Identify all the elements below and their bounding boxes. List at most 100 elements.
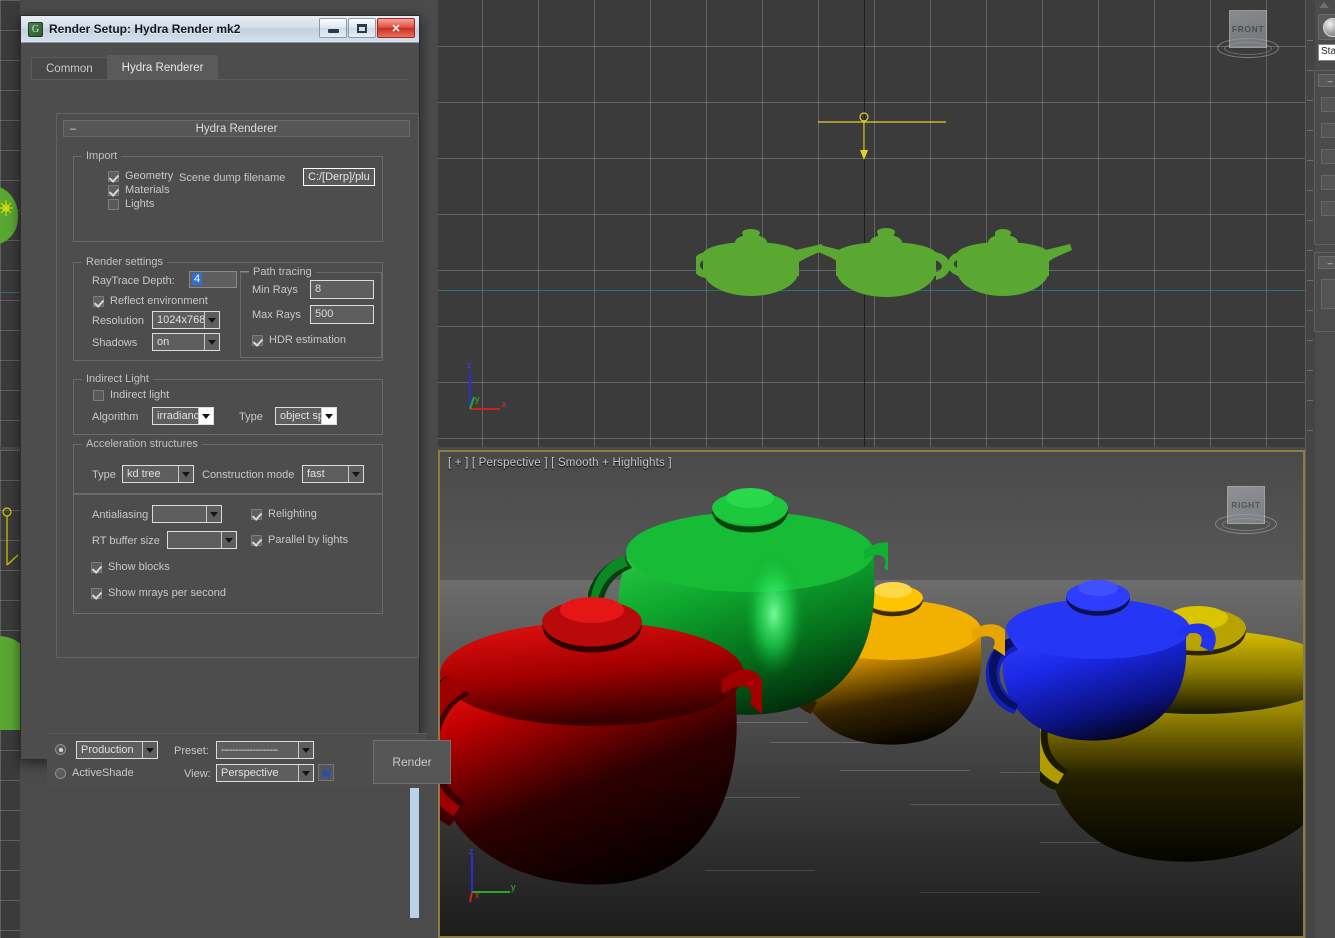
checkbox-reflect-environment[interactable]: Reflect environment [93,295,208,307]
acceleration-structures-group: Acceleration structures Type kd tree Con… [73,444,383,494]
tab-hydra-renderer[interactable]: Hydra Renderer [107,55,219,79]
viewcube-front[interactable]: FRONT [1215,8,1281,70]
name-field[interactable]: Sta [1318,44,1335,61]
radio-dot[interactable] [55,768,66,779]
min-rays-input[interactable]: 8 [310,280,374,299]
viewport-left-top[interactable] [0,0,20,447]
checkbox-lights[interactable]: Lights [108,198,154,210]
teapot-front-1[interactable] [696,218,826,303]
rollout-panel-2[interactable]: – [1314,252,1335,332]
indirect-type-combobox[interactable]: object spa [275,407,337,425]
path-tracing-group: Path tracing Min Rays 8 Max Rays 500 HDR… [240,272,382,358]
chevron-down-icon[interactable] [204,334,219,350]
checkbox-parallel-by-lights[interactable]: Parallel by lights [251,534,348,546]
chevron-down-icon[interactable] [348,466,363,482]
dialog-titlebar[interactable]: G Render Setup: Hydra Render mk2 ✕ [21,16,419,43]
tab-bar[interactable]: Common Hydra Renderer [31,56,409,79]
path-tracing-legend: Path tracing [249,266,316,278]
accel-type-combobox[interactable]: kd tree [122,465,194,483]
antialiasing-combobox[interactable] [152,505,222,523]
sphere-preview-button[interactable] [1318,14,1335,40]
radio-production[interactable] [55,744,66,755]
render-setup-dialog[interactable]: G Render Setup: Hydra Render mk2 ✕ Commo… [20,15,420,760]
minimize-button[interactable] [319,18,347,38]
checkbox-show-mrays[interactable]: Show mrays per second [91,587,226,599]
radio-dot[interactable] [55,744,66,755]
viewcube-face[interactable]: RIGHT [1227,486,1265,524]
filename-label: Scene dump filename [179,172,285,184]
construction-mode-combobox[interactable]: fast [302,465,364,483]
checkbox-hdr-estimation[interactable]: HDR estimation [252,334,346,346]
checkbox-box[interactable] [108,171,119,182]
checkbox-label: Relighting [268,508,317,520]
indirect-light-group: Indirect Light Indirect light Algorithm … [73,379,383,435]
chevron-up-icon[interactable] [1319,2,1329,8]
checkbox-box[interactable] [108,185,119,196]
mode-combobox[interactable]: Production [76,741,158,759]
checkbox-box[interactable] [251,509,262,520]
checkbox-box[interactable] [252,335,263,346]
checkbox-box[interactable] [91,562,102,573]
checkbox-label: Lights [125,198,154,210]
shadows-value: on [153,336,204,348]
radio-activeshade[interactable]: ActiveShade [55,767,134,779]
tab-common[interactable]: Common [31,57,108,79]
chevron-down-icon[interactable] [221,532,236,548]
viewport-perspective[interactable]: [ + ] [ Perspective ] [ Smooth + Highlig… [438,450,1305,938]
collapse-icon[interactable]: – [70,121,76,137]
preset-combobox[interactable]: -------------------- [216,741,314,759]
checkbox-box[interactable] [91,588,102,599]
hydra-renderer-rollout: – Hydra Renderer Import Geometry Materia… [56,113,419,658]
shadows-combobox[interactable]: on [152,333,220,351]
checkbox-box[interactable] [108,199,119,210]
checkbox-label: Show blocks [108,561,170,573]
checkbox-box[interactable] [93,390,104,401]
resolution-combobox[interactable]: 1024x768 [152,311,220,329]
chevron-down-icon[interactable] [198,408,213,424]
render-button[interactable]: Render [373,740,451,784]
chevron-down-icon[interactable] [206,506,221,522]
rollout-panel-1[interactable]: – [1314,70,1335,245]
maximize-button[interactable] [348,18,376,38]
checkbox-label: Indirect light [110,389,169,401]
checkbox-box[interactable] [251,535,262,546]
checkbox-box[interactable] [93,296,104,307]
chevron-down-icon[interactable] [321,408,336,424]
chevron-down-icon[interactable] [298,742,313,758]
light-target-gizmo-icon [0,505,20,591]
viewcube-face[interactable]: FRONT [1229,10,1267,48]
window-controls[interactable]: ✕ [319,18,415,38]
teapot-front-2[interactable] [818,214,958,305]
chevron-down-icon[interactable] [204,312,219,328]
max-rays-input[interactable]: 500 [310,305,374,324]
algorithm-combobox[interactable]: irradiance [152,407,214,425]
lock-icon [322,771,330,777]
rollout-header[interactable]: – Hydra Renderer [63,120,410,137]
view-combobox[interactable]: Perspective [216,764,314,782]
teapot-blue[interactable] [980,534,1220,784]
checkbox-indirect-light[interactable]: Indirect light [93,389,169,401]
dialog-bottom-bar: Production ActiveShade Preset: ---------… [47,733,427,788]
rollout-header[interactable]: – [1318,74,1335,87]
teapot-front-3[interactable] [948,218,1073,303]
chevron-down-icon[interactable] [298,765,313,781]
checkbox-geometry[interactable]: Geometry [108,170,173,182]
chevron-down-icon[interactable] [142,742,157,758]
checkbox-show-blocks[interactable]: Show blocks [91,561,170,573]
viewport-left-bottom[interactable] [0,450,20,938]
checkbox-materials[interactable]: Materials [108,184,170,196]
viewcube-perspective[interactable]: RIGHT [1213,484,1279,546]
chevron-down-icon[interactable] [178,466,193,482]
radio-label: ActiveShade [72,767,134,779]
svg-text:z: z [469,846,474,856]
rt-buffer-size-combobox[interactable] [167,531,237,549]
viewport-front[interactable]: FRONT z y x [438,0,1305,447]
scene-dump-filename-input[interactable]: C:/[Derp]/plu [303,168,375,186]
close-button[interactable]: ✕ [377,18,415,38]
lock-view-button[interactable] [318,764,334,781]
command-panel[interactable]: Sta – – [1305,0,1335,938]
checkbox-relighting[interactable]: Relighting [251,508,317,520]
rollout-header[interactable]: – [1318,256,1335,269]
import-group: Import Geometry Materials Lights Scene d… [73,156,383,242]
raytrace-depth-input[interactable]: 4 [189,271,237,288]
